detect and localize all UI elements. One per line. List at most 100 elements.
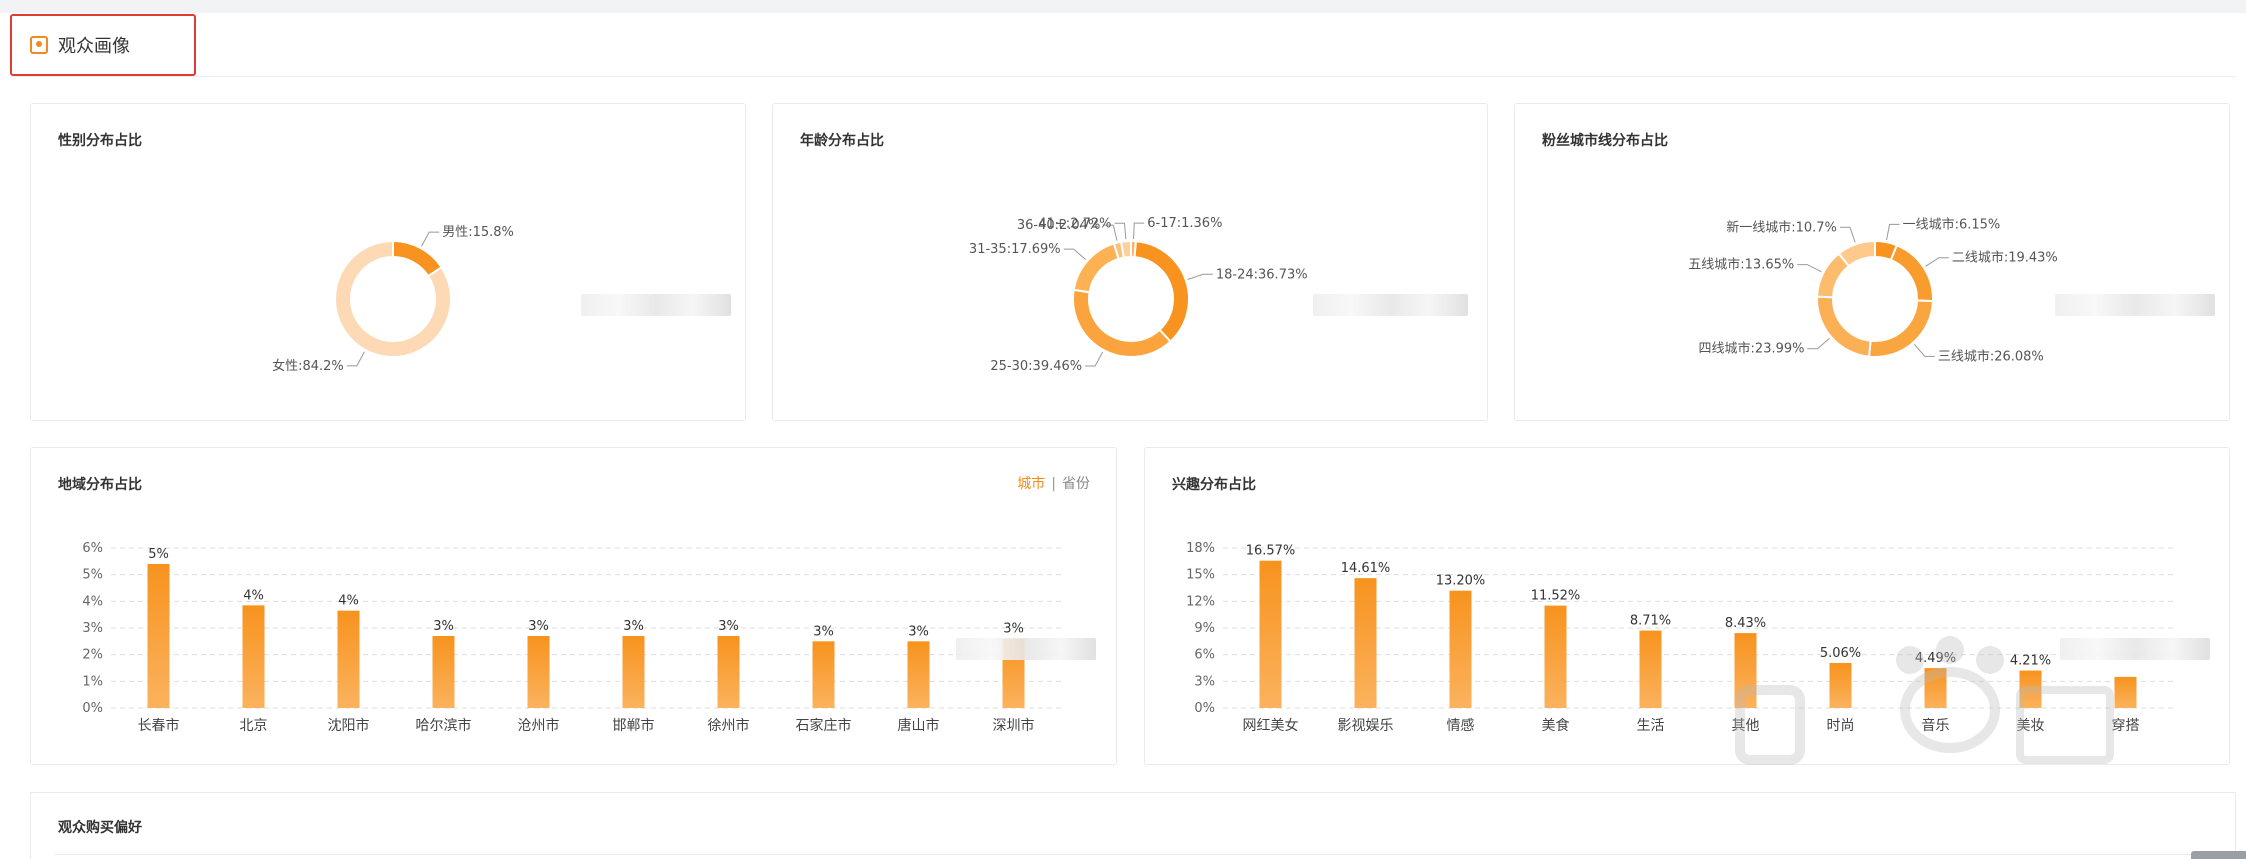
bar[interactable]	[907, 641, 930, 708]
bar[interactable]	[432, 636, 455, 708]
x-category-label: 唐山市	[898, 717, 940, 734]
x-category-label: 情感	[1447, 717, 1475, 734]
donut-slice[interactable]	[1889, 243, 1934, 303]
bar[interactable]	[337, 610, 360, 708]
x-category-label: 哈尔滨市	[416, 717, 472, 734]
label-leader-line	[1807, 337, 1830, 350]
y-tick-label: 9%	[1194, 621, 1215, 636]
bar-value-label: 4%	[243, 588, 264, 603]
x-category-label: 沧州市	[518, 717, 560, 734]
x-category-label: 穿搭	[2112, 718, 2140, 734]
blurred-legend	[956, 638, 1096, 660]
interest-bar-chart: 0% 3% 6% 9% 12% 15% 18% 16.57% 网红美女 14.61% 影视娱乐 13.…	[1186, 541, 2173, 734]
purchase-divider	[55, 854, 2225, 855]
x-category-label: 其他	[1732, 718, 1760, 734]
blurred-legend	[2055, 294, 2215, 316]
y-tick-label: 0%	[82, 701, 103, 716]
purchase-card: 观众购买偏好	[30, 792, 2236, 859]
region-bar-chart: 0% 1% 2% 3% 4% 5% 6% 5% 长春市 4% 北京 4% 沈阳市 3% 哈尔滨市 3% 沧州市 3…	[82, 541, 1061, 734]
x-category-label: 影视娱乐	[1338, 718, 1394, 734]
bar-value-label: 3%	[433, 619, 454, 634]
slice-label: 男性:15.8%	[442, 225, 514, 240]
bar[interactable]	[1924, 668, 1947, 708]
blurred-legend	[2060, 638, 2210, 660]
label-leader-line	[1797, 264, 1822, 273]
slice-label: 女性:84.2%	[272, 358, 344, 374]
slice-label: 新一线城市:10.7%	[1726, 219, 1837, 235]
label-leader-line	[1063, 248, 1087, 260]
label-leader-line	[1913, 343, 1935, 357]
donut-slice[interactable]	[1072, 288, 1172, 358]
x-category-label: 沈阳市	[328, 717, 370, 734]
bar[interactable]	[1734, 633, 1757, 708]
bar-value-label: 13.20%	[1436, 574, 1486, 589]
label-leader-line	[421, 231, 440, 247]
slice-label: 五线城市:13.65%	[1688, 257, 1794, 273]
region-card: 地域分布占比 城市 | 省份 0% 1% 2% 3% 4% 5% 6% 5% 长春市 4% 北京 4% 沈阳…	[30, 447, 1117, 765]
blurred-legend	[581, 294, 731, 316]
donut-slice[interactable]	[1119, 239, 1132, 259]
y-tick-label: 5%	[82, 568, 103, 583]
y-tick-label: 18%	[1186, 541, 1215, 556]
header-divider	[10, 76, 2236, 77]
bar[interactable]	[1544, 605, 1567, 708]
x-category-label: 时尚	[1827, 718, 1855, 734]
bar-value-label: 3%	[623, 619, 644, 634]
slice-label: 31-35:17.69%	[969, 242, 1061, 257]
top-bar	[0, 0, 2246, 13]
slice-label: 二线城市:19.43%	[1952, 250, 2058, 266]
slice-label: 18-24:36.73%	[1216, 267, 1308, 282]
bar[interactable]	[1829, 663, 1852, 708]
x-category-label: 生活	[1637, 718, 1665, 734]
bar[interactable]	[527, 636, 550, 708]
y-tick-label: 3%	[82, 621, 103, 636]
x-category-label: 美妆	[2017, 718, 2045, 734]
donut-slice[interactable]	[392, 239, 443, 278]
user-portrait-icon	[30, 36, 48, 54]
y-tick-label: 1%	[82, 674, 103, 689]
x-category-label: 长春市	[138, 717, 180, 734]
bar-value-label: 11.52%	[1531, 589, 1581, 604]
y-tick-label: 15%	[1186, 568, 1215, 583]
blurred-legend	[1313, 294, 1468, 316]
bar[interactable]	[622, 636, 645, 708]
bar[interactable]	[812, 641, 835, 708]
scrollbar-thumb[interactable]	[2191, 851, 2246, 859]
x-category-label: 美食	[1542, 717, 1570, 734]
age-card: 年龄分布占比 6-17:1.36% 18-24:36.73% 25-30:39.46…	[772, 103, 1488, 421]
slice-label: 25-30:39.46%	[990, 359, 1082, 374]
bar-value-label: 8.71%	[1630, 614, 1671, 629]
y-tick-label: 6%	[1194, 648, 1215, 663]
x-category-label: 网红美女	[1243, 717, 1299, 734]
bar[interactable]	[1259, 560, 1282, 708]
bar-value-label: 3%	[718, 619, 739, 634]
bar-value-label: 5%	[148, 547, 169, 562]
label-leader-line	[1187, 273, 1213, 280]
x-category-label: 音乐	[1922, 717, 1950, 734]
bar[interactable]	[1449, 590, 1472, 708]
purchase-card-title: 观众购买偏好	[58, 820, 142, 836]
bar[interactable]	[242, 605, 265, 708]
donut-slice[interactable]	[1133, 240, 1190, 343]
bar[interactable]	[2019, 670, 2042, 708]
gender-donut-chart: 男性:15.8% 女性:84.2%	[272, 225, 514, 374]
bar-value-label: 4.21%	[2010, 654, 2051, 669]
label-leader-line	[1886, 223, 1900, 241]
bar[interactable]	[717, 636, 740, 708]
slice-label: 6-17:1.36%	[1147, 216, 1222, 231]
bar[interactable]	[1354, 578, 1377, 708]
gender-card: 性别分布占比 男性:15.8% 女性:84.2%	[30, 103, 746, 421]
bar[interactable]	[2114, 676, 2137, 708]
label-leader-line	[1839, 226, 1856, 243]
donut-slice[interactable]	[1816, 295, 1872, 358]
y-tick-label: 4%	[82, 594, 103, 609]
bar[interactable]	[1639, 630, 1662, 708]
donut-slice[interactable]	[1072, 242, 1120, 294]
label-leader-line	[1133, 222, 1145, 240]
slice-label: 41+:2.72%	[1038, 216, 1111, 231]
bar-value-label: 5.06%	[1820, 646, 1861, 661]
bar[interactable]	[147, 564, 170, 708]
donut-slice[interactable]	[1867, 299, 1934, 358]
x-category-label: 石家庄市	[796, 717, 852, 734]
y-tick-label: 2%	[82, 648, 103, 663]
